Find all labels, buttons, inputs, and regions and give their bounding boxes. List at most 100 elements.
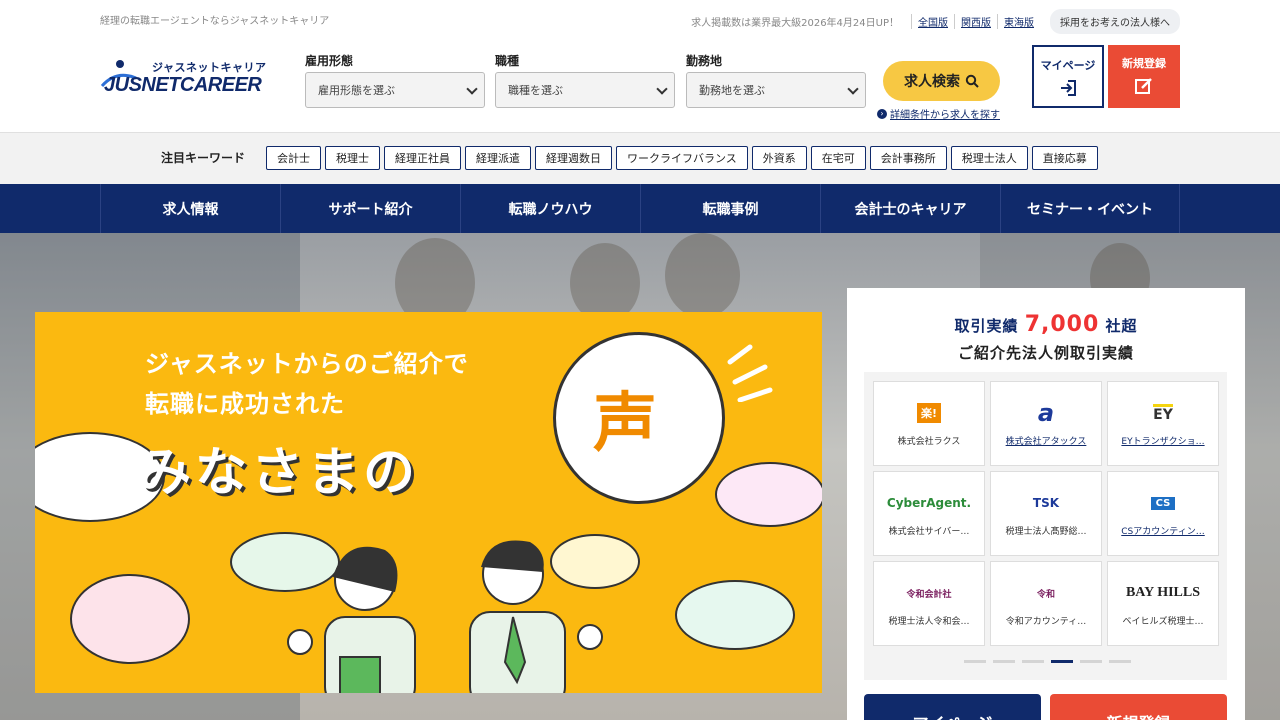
testimonial-banner[interactable]: ジャスネットからのご紹介で 転職に成功された みなさまの 声: [35, 312, 822, 693]
company-card[interactable]: CS CSアカウンティン…: [1107, 471, 1219, 556]
register-button-label: 新規登録: [1122, 57, 1166, 70]
business-people-illustration: [287, 540, 603, 693]
edit-icon: [1135, 78, 1152, 94]
track-record-panel: 取引実績 7,000 社超 ご紹介先法人例取引実績 楽! 株式会社ラクス a 株…: [847, 288, 1245, 720]
logo-english: JUSNETCAREER: [104, 74, 262, 96]
track-record-title: 取引実績 7,000 社超: [847, 312, 1245, 337]
carousel-dots: [964, 660, 1138, 663]
carousel-dot[interactable]: [1109, 660, 1131, 663]
nav-item-support[interactable]: サポート紹介: [280, 184, 460, 233]
top-bar: 経理の転職エージェントならジャスネットキャリア 求人掲載数は業界最大級2026年…: [0, 0, 1280, 40]
jobtype-field: 職種 職種を選ぶ: [495, 52, 675, 108]
top-right-links: 求人掲載数は業界最大級2026年4月24日UP！ 全国版 関西版 東海版 採用を…: [691, 9, 1180, 34]
register-button[interactable]: 新規登録: [1108, 45, 1180, 108]
panel-register-button[interactable]: 新規登録: [1050, 694, 1227, 720]
nav-item-cpa-career[interactable]: 会計士のキャリア: [820, 184, 1000, 233]
emphasis-lines-icon: [727, 344, 773, 402]
detail-search-link[interactable]: › 詳細条件から求人を探す: [877, 106, 1000, 121]
carousel-dot-active[interactable]: [1051, 660, 1073, 663]
keyword-tag[interactable]: 経理派遣: [465, 146, 531, 170]
location-select-value: 勤務地を選ぶ: [699, 84, 765, 97]
banner-big-text: みなさまの: [139, 443, 420, 503]
arrow-right-icon: ›: [877, 108, 887, 119]
company-logo: 令和会計社: [906, 589, 952, 600]
company-logo: EY: [1108, 398, 1218, 428]
keyword-tag[interactable]: 外資系: [751, 146, 807, 170]
keyword-tag[interactable]: 経理正社員: [384, 146, 461, 170]
panel-mypage-button[interactable]: マイページ: [864, 694, 1041, 720]
region-link-kansai[interactable]: 関西版: [954, 14, 997, 29]
keyword-tag[interactable]: 在宅可: [810, 146, 866, 170]
carousel-dot[interactable]: [1022, 660, 1044, 663]
company-card[interactable]: a 株式会社アタックス: [990, 381, 1102, 466]
company-card[interactable]: 令和会計社 税理士法人令和会…: [873, 561, 985, 646]
track-record-title-prefix: 取引実績: [954, 317, 1019, 335]
company-name: CSアカウンティン…: [1121, 527, 1205, 537]
keyword-bar: 注目キーワード 会計士 税理士 経理正社員 経理派遣 経理週数日 ワークライフバ…: [0, 132, 1280, 184]
site-logo[interactable]: ジャスネットキャリア JUSNETCAREER: [98, 56, 288, 100]
company-name: 株式会社アタックス: [1005, 437, 1087, 447]
job-count-notice: 求人掲載数は業界最大級2026年4月24日UP！: [691, 18, 899, 29]
detail-search-link-label: 詳細条件から求人を探す: [890, 110, 1000, 121]
company-logo: TSK: [1032, 496, 1060, 510]
company-logo: 令和: [1036, 589, 1055, 600]
keyword-label: 注目キーワード: [161, 151, 246, 165]
employment-select-value: 雇用形態を選ぶ: [318, 84, 395, 97]
corporate-link[interactable]: 採用をお考えの法人様へ: [1050, 9, 1180, 34]
company-name: 税理士法人髙野総…: [1005, 527, 1087, 537]
company-name: 株式会社サイバー…: [888, 527, 970, 537]
location-select[interactable]: 勤務地を選ぶ: [686, 72, 866, 108]
region-link-tokai[interactable]: 東海版: [997, 14, 1040, 29]
keyword-tag[interactable]: 直接応募: [1031, 146, 1098, 170]
company-card[interactable]: EY EYトランザクショ…: [1107, 381, 1219, 466]
company-logo-grid: 楽! 株式会社ラクス a 株式会社アタックス EY EYトランザクショ… Cyb…: [864, 372, 1227, 680]
nav-item-cases[interactable]: 転職事例: [640, 184, 820, 233]
employment-label: 雇用形態: [305, 54, 354, 68]
company-logo: CS: [1108, 488, 1218, 518]
company-logo: CyberAgent.: [886, 496, 972, 510]
jobtype-select[interactable]: 職種を選ぶ: [495, 72, 675, 108]
keyword-tag[interactable]: 税理士法人: [950, 146, 1028, 170]
nav-item-jobs[interactable]: 求人情報: [100, 184, 280, 233]
keyword-tag[interactable]: 経理週数日: [535, 146, 612, 170]
mypage-button[interactable]: マイページ: [1032, 45, 1104, 108]
banner-voice-text: 声: [593, 387, 657, 461]
company-card[interactable]: 令和 令和アカウンティ…: [990, 561, 1102, 646]
job-search-button-label: 求人検索: [904, 74, 960, 90]
nav-item-knowhow[interactable]: 転職ノウハウ: [460, 184, 640, 233]
site-tagline: 経理の転職エージェントならジャスネットキャリア: [100, 16, 330, 27]
chevron-down-icon: [847, 83, 859, 95]
nav-item-seminar[interactable]: セミナー・イベント: [1000, 184, 1180, 233]
company-name: EYトランザクショ…: [1121, 437, 1205, 447]
keyword-list: 会計士 税理士 経理正社員 経理派遣 経理週数日 ワークライフバランス 外資系 …: [266, 146, 1102, 170]
company-card[interactable]: CyberAgent. 株式会社サイバー…: [873, 471, 985, 556]
track-record-title-suffix: 社超: [1105, 317, 1138, 335]
company-card[interactable]: 楽! 株式会社ラクス: [873, 381, 985, 466]
keyword-tag[interactable]: 会計士: [266, 146, 321, 170]
company-name: 令和アカウンティ…: [1005, 617, 1087, 627]
search-icon: [965, 74, 979, 88]
region-link-national[interactable]: 全国版: [911, 14, 954, 29]
location-field: 勤務地 勤務地を選ぶ: [686, 52, 866, 108]
mypage-button-label: マイページ: [1040, 59, 1096, 72]
jobtype-label: 職種: [495, 54, 520, 68]
company-logo: 楽!: [874, 398, 984, 428]
banner-line2: 転職に成功された: [145, 390, 345, 418]
carousel-dot[interactable]: [964, 660, 986, 663]
carousel-dot[interactable]: [1080, 660, 1102, 663]
logo-kana: ジャスネットキャリア: [152, 61, 267, 74]
company-logo: a: [1037, 399, 1055, 427]
company-card[interactable]: BAY HILLS ベイヒルズ税理士…: [1107, 561, 1219, 646]
track-record-subtitle: ご紹介先法人例取引実績: [957, 344, 1134, 362]
location-label: 勤務地: [686, 54, 723, 68]
keyword-tag[interactable]: ワークライフバランス: [616, 146, 748, 170]
job-search-button[interactable]: 求人検索: [883, 61, 1000, 101]
login-icon: [1061, 80, 1076, 96]
track-record-number: 7,000: [1024, 312, 1100, 337]
company-name: 税理士法人令和会…: [888, 617, 970, 627]
keyword-tag[interactable]: 会計事務所: [869, 146, 947, 170]
carousel-dot[interactable]: [993, 660, 1015, 663]
employment-select[interactable]: 雇用形態を選ぶ: [305, 72, 485, 108]
company-card[interactable]: TSK 税理士法人髙野総…: [990, 471, 1102, 556]
keyword-tag[interactable]: 税理士: [325, 146, 380, 170]
